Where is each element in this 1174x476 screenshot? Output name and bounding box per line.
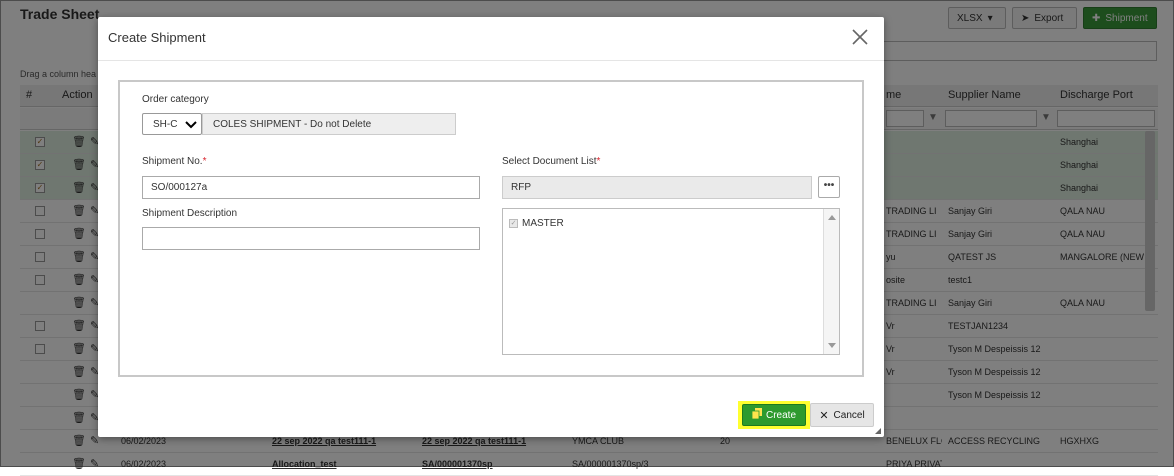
required-mark: * [596,156,601,167]
order-category-select[interactable]: SH-C [142,113,202,135]
copy-icon [751,408,762,422]
cancel-label: Cancel [833,409,865,421]
order-category-label: Order category [142,94,209,105]
checkbox-checked-icon[interactable]: ✓ [509,219,518,228]
shipment-no-input[interactable]: SO/000127a [142,176,480,199]
required-mark: * [202,156,207,167]
listbox-scrollbar[interactable] [823,209,839,354]
order-category-name: COLES SHIPMENT - Do not Delete [202,113,456,135]
more-icon: ••• [823,180,835,191]
create-label: Create [765,409,796,421]
shipment-description-label: Shipment Description [142,208,238,219]
chevron-down-icon [184,117,198,131]
doc-list-input: RFP [502,176,812,199]
dialog-header: Create Shipment [98,17,884,61]
doc-list-label: Select Document List* [502,156,600,167]
shipment-no-label: Shipment No.* [142,156,207,167]
resize-grip-icon[interactable] [875,428,881,434]
shipment-description-input[interactable] [142,227,480,250]
browse-button[interactable]: ••• [818,176,840,198]
close-icon: ✕ [819,409,829,422]
close-icon[interactable] [848,25,872,49]
scroll-down-icon[interactable] [828,343,836,348]
doc-list-label-text: Select Document List [502,156,597,167]
order-category-code: SH-C [153,119,178,130]
doc-item-label: MASTER [522,218,564,229]
document-listbox[interactable]: ✓ MASTER [502,208,840,355]
create-button[interactable]: Create [742,404,806,426]
shipment-form: Order category SH-C COLES SHIPMENT - Do … [118,80,864,377]
dialog-title: Create Shipment [108,30,206,45]
create-shipment-dialog: Create Shipment Order category SH-C COLE… [98,17,884,437]
shipment-no-label-text: Shipment No. [142,156,203,167]
cancel-button[interactable]: ✕ Cancel [810,403,874,427]
list-item[interactable]: ✓ MASTER [509,218,564,229]
scroll-up-icon[interactable] [828,215,836,220]
